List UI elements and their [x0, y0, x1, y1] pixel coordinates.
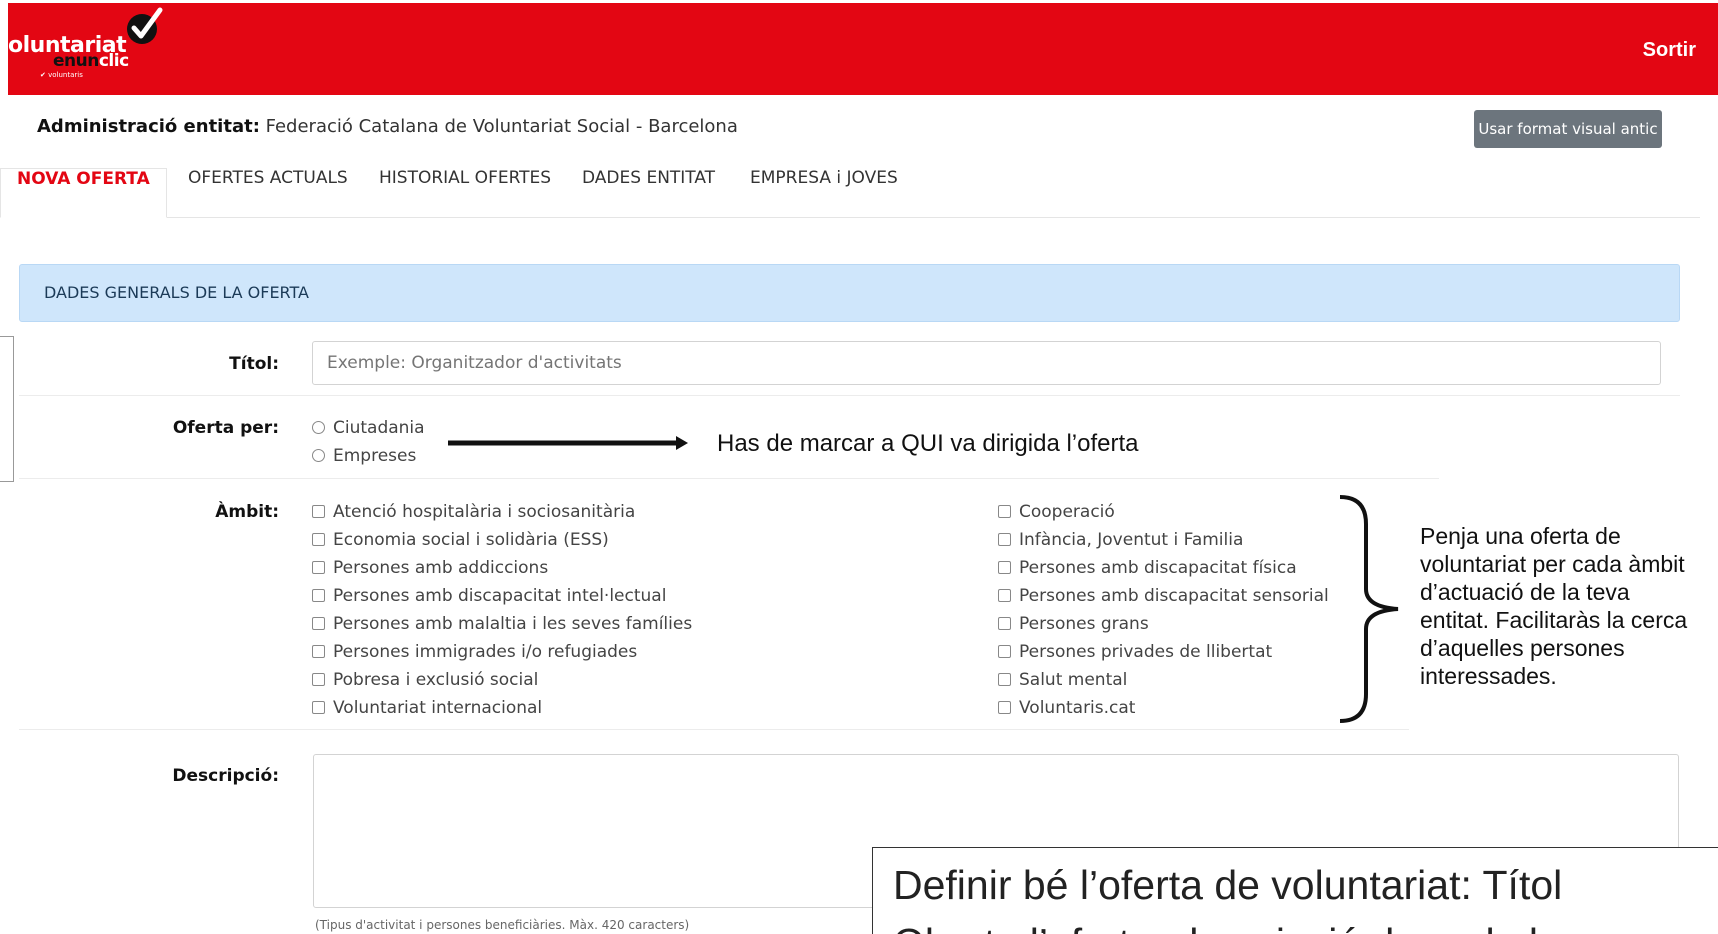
tab-ofertes-actuals[interactable]: OFERTES ACTUALS	[188, 168, 348, 218]
row-divider	[19, 729, 1409, 730]
ambit-checkbox[interactable]: Voluntaris.cat	[998, 698, 1135, 718]
ambit-checkbox[interactable]: Atenció hospitalària i sociosanitària	[312, 502, 635, 522]
ambit-label: Àmbit:	[215, 502, 279, 522]
ambit-checkbox[interactable]: Persones amb discapacitat sensorial	[998, 586, 1329, 606]
description-label: Descripció:	[172, 766, 279, 786]
ambit-checkbox[interactable]: Persones privades de llibertat	[998, 642, 1272, 662]
ambit-annotation: Penja una oferta de voluntariat per cada…	[1420, 523, 1688, 689]
entity-name: Federació Catalana de Voluntariat Social…	[259, 116, 738, 137]
checkbox-icon[interactable]	[312, 589, 325, 602]
checkbox-icon[interactable]	[312, 505, 325, 518]
ambit-checkbox[interactable]: Persones amb discapacitat física	[998, 558, 1297, 578]
tab-historial-ofertes[interactable]: HISTORIAL OFERTES	[379, 168, 551, 218]
logo-enunclic: enunclic	[53, 51, 129, 71]
title-input[interactable]	[312, 341, 1661, 385]
ambit-checkbox[interactable]: Persones amb malaltia i les seves famíli…	[312, 614, 692, 634]
checkbox-icon[interactable]	[312, 673, 325, 686]
checkbox-icon[interactable]	[312, 645, 325, 658]
voluntariat-en-un-clic-logo[interactable]: oluntariat enunclic ✔ voluntaris	[8, 3, 168, 93]
curly-brace-icon	[1339, 495, 1399, 723]
checkbox-icon[interactable]	[998, 645, 1011, 658]
row-divider	[19, 478, 1439, 479]
checkbox-icon[interactable]	[998, 533, 1011, 546]
ambit-checkbox[interactable]: Salut mental	[998, 670, 1127, 690]
tab-nova-oferta[interactable]: NOVA OFERTA	[0, 168, 167, 218]
general-data-panel-heading: DADES GENERALS DE LA OFERTA	[19, 264, 1680, 322]
checkbox-icon[interactable]	[312, 561, 325, 574]
offer-for-annotation: Has de marcar a QUI va dirigida l’oferta	[717, 430, 1139, 457]
ambit-checkbox[interactable]: Voluntariat internacional	[312, 698, 542, 718]
left-edge-bracket	[0, 336, 14, 482]
ambit-checkbox[interactable]: Persones grans	[998, 614, 1149, 634]
ambit-checkbox[interactable]: Persones amb discapacitat intel·lectual	[312, 586, 666, 606]
checkbox-icon[interactable]	[998, 617, 1011, 630]
logout-link[interactable]: Sortir	[1643, 39, 1696, 62]
checkbox-icon[interactable]	[312, 533, 325, 546]
ambit-checkbox[interactable]: Persones amb addiccions	[312, 558, 548, 578]
entity-admin-line: Administració entitat: Federació Catalan…	[37, 116, 738, 137]
tab-empresa-joves[interactable]: EMPRESA i JOVES	[750, 168, 898, 218]
title-label: Títol:	[229, 354, 279, 374]
checkbox-icon[interactable]	[998, 701, 1011, 714]
description-annotation-line2: Oberta l’oferta, descripció de cada le	[893, 920, 1561, 934]
radio-ciutadania[interactable]: Ciutadania	[312, 418, 425, 438]
logo-subtext: ✔ voluntaris	[40, 71, 83, 79]
checkbox-icon[interactable]	[998, 673, 1011, 686]
row-divider	[19, 395, 1680, 396]
checkbox-icon[interactable]	[312, 701, 325, 714]
radio-icon[interactable]	[312, 449, 325, 462]
description-hint: (Tipus d'activitat i persones beneficiàr…	[315, 918, 690, 932]
ambit-checkbox[interactable]: Pobresa i exclusió social	[312, 670, 538, 690]
ambit-checkbox[interactable]: Economia social i solidària (ESS)	[312, 530, 609, 550]
offer-for-label: Oferta per:	[172, 418, 279, 438]
checkbox-icon[interactable]	[312, 617, 325, 630]
ambit-checkbox[interactable]: Cooperació	[998, 502, 1115, 522]
entity-label: Administració entitat:	[37, 116, 260, 137]
radio-icon[interactable]	[312, 421, 325, 434]
ambit-checkbox[interactable]: Infància, Joventut i Familia	[998, 530, 1243, 550]
radio-empreses[interactable]: Empreses	[312, 446, 416, 466]
checkbox-icon[interactable]	[998, 589, 1011, 602]
main-tabs: NOVA OFERTA OFERTES ACTUALS HISTORIAL OF…	[0, 168, 1700, 218]
description-annotation-line1: Definir bé l’oferta de voluntariat: Títo…	[893, 862, 1563, 908]
description-annotation-box: Definir bé l’oferta de voluntariat: Títo…	[872, 847, 1718, 934]
ambit-checkbox[interactable]: Persones immigrades i/o refugiades	[312, 642, 637, 662]
top-header: oluntariat enunclic ✔ voluntaris Sortir	[8, 3, 1718, 95]
check-icon	[127, 7, 163, 44]
tab-dades-entitat[interactable]: DADES ENTITAT	[582, 168, 715, 218]
arrow-right-icon	[448, 436, 688, 450]
checkbox-icon[interactable]	[998, 561, 1011, 574]
checkbox-icon[interactable]	[998, 505, 1011, 518]
old-visual-format-button[interactable]: Usar format visual antic	[1474, 110, 1662, 148]
